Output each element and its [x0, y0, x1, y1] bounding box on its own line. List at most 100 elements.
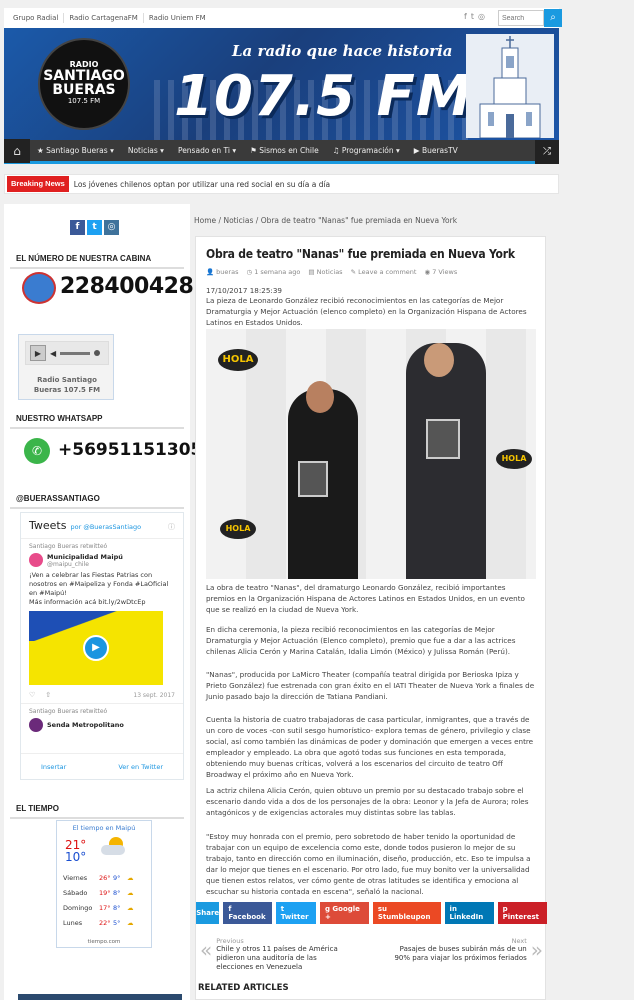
facebook-icon[interactable]: f [70, 220, 85, 235]
article-photo[interactable]: HOLA HOLA HOLA HOLA [206, 329, 536, 579]
tweet-item[interactable]: Santiago Bueras retwitteó Senda Metropol… [21, 703, 183, 736]
instagram-icon[interactable]: ◎ [104, 220, 119, 235]
share-btn-label: Google + [324, 905, 360, 921]
play-button[interactable]: ▶ [30, 345, 46, 361]
home-nav-button[interactable]: ⌂ [4, 138, 30, 163]
nav-item-noticias[interactable]: Noticias ▾ [121, 146, 171, 155]
forecast-low: 9° [113, 874, 121, 882]
info-icon[interactable]: ⓘ [168, 522, 175, 532]
sidebar-social-icons: f t ◎ [70, 220, 119, 235]
folder-icon: ▤ [308, 268, 315, 276]
tweet-handle[interactable]: @maipu_chile [47, 561, 123, 568]
hola-logo: HOLA [218, 349, 258, 371]
breadcrumb-current: Obra de teatro "Nanas" fue premiada en N… [260, 216, 458, 225]
phone-icon [22, 272, 56, 304]
nav-item-buerastv[interactable]: ▶ BuerasTV [407, 146, 465, 155]
tweets-by-link[interactable]: por @BuerasSantiago [70, 523, 141, 531]
next-label: Next [511, 937, 527, 945]
twitter-icon: t [280, 905, 285, 913]
share-icon[interactable]: ⇧ [45, 691, 51, 699]
tweet-item[interactable]: Santiago Bueras retwitteó Municipalidad … [21, 539, 183, 703]
breaking-headline[interactable]: Los jóvenes chilenos optan por utilizar … [74, 180, 330, 189]
random-article-button[interactable]: ⤮ [535, 140, 559, 164]
main-nav: ⌂ ★ Santiago Bueras ▾ Noticias ▾ Pensado… [4, 138, 559, 164]
nav-label: Noticias [127, 146, 158, 155]
stumbleupon-icon: su [377, 905, 387, 913]
share-pinterest-button[interactable]: p Pinterest [497, 902, 547, 924]
like-icon[interactable]: ♡ [29, 691, 35, 699]
forecast-low: 8° [113, 904, 121, 912]
category-meta[interactable]: ▤ Noticias [308, 268, 342, 276]
banner-frequency: 107.5 FM [174, 64, 473, 129]
shuffle-icon: ⤮ [543, 146, 551, 157]
nav-label: Sismos en Chile [259, 146, 319, 155]
previous-post-link[interactable]: « Previous Chile y otros 11 países de Am… [200, 937, 350, 972]
top-link-radio-uniem[interactable]: Radio Uniem FM [144, 13, 211, 23]
weather-title: El tiempo [10, 800, 184, 819]
twitter-icon[interactable]: t [471, 12, 474, 21]
forecast-low: 8° [113, 889, 121, 897]
view-on-twitter-link[interactable]: Ver en Twitter [118, 763, 163, 771]
volume-icon: ◀ [50, 348, 57, 358]
share-stumbleupon-button[interactable]: su Stumbleupon [372, 902, 441, 924]
weather-footer[interactable]: tiempo.com [57, 939, 151, 945]
nav-item-santiago-bueras[interactable]: ★ Santiago Bueras ▾ [30, 146, 121, 155]
logo-frequency: 107.5 FM [67, 97, 101, 105]
share-linkedin-button[interactable]: in LinkedIn [444, 902, 494, 924]
top-social-icons: f t ◎ [464, 12, 485, 21]
post-navigation: « Previous Chile y otros 11 países de Am… [196, 937, 547, 977]
article-meta: 👤 bueras ◷ 1 semana ago ▤ Noticias ✎ Lea… [206, 268, 457, 276]
whatsapp-number: +56951151305 [58, 440, 203, 460]
volume-slider[interactable] [60, 351, 91, 355]
avatar[interactable] [29, 553, 43, 567]
top-link-radio-cartagena[interactable]: Radio CartagenaFM [64, 13, 144, 23]
sun-cloud-icon [101, 837, 127, 857]
weather-header[interactable]: El tiempo en Maipú [57, 824, 151, 832]
share-facebook-button[interactable]: f Facebook [223, 902, 272, 924]
comment-meta[interactable]: ✎ Leave a comment [351, 268, 417, 276]
forecast-row: Viernes 26° 9° ☁ [63, 871, 147, 886]
nav-item-sismos[interactable]: ⚑ Sismos en Chile [243, 146, 326, 155]
nav-item-pensado-en-ti[interactable]: Pensado en Ti ▾ [171, 146, 243, 155]
top-link-grupo-radial[interactable]: Grupo Radial [8, 13, 65, 23]
nav-item-programacion[interactable]: ♫ Programación ▾ [326, 146, 407, 155]
facebook-icon[interactable]: f [464, 12, 467, 21]
tweet-more[interactable]: Más información acá bit.ly/2wDtcEp [29, 598, 175, 607]
person-man [406, 343, 486, 579]
tweet-video[interactable]: ▶ [29, 611, 163, 685]
volume-handle[interactable] [94, 350, 101, 356]
embed-link[interactable]: Insertar [41, 763, 66, 771]
hola-logo: HOLA [496, 449, 532, 469]
forecast-row: Domingo 17° 8° ☁ [63, 901, 147, 916]
article-paragraph: En dicha ceremonia, la pieza recibió rec… [206, 625, 516, 656]
search-input[interactable] [498, 10, 544, 26]
avatar[interactable] [29, 718, 43, 732]
tweet-author[interactable]: Senda Metropolitano [47, 721, 124, 729]
breadcrumb: Home / Noticias / Obra de teatro "Nanas"… [194, 216, 458, 225]
search-button[interactable]: ⌕ [544, 9, 562, 27]
share-google-button[interactable]: g Google + [319, 902, 369, 924]
weather-box[interactable]: El tiempo en Maipú 21° 10° Viernes 26° 9… [56, 820, 152, 948]
whatsapp-widget: Nuestro WhatsApp ✆ +56951151305 [10, 410, 202, 476]
nav-label: Pensado en Ti [177, 146, 230, 155]
chevron-left-icon: « [200, 938, 213, 962]
instagram-icon[interactable]: ◎ [478, 12, 485, 21]
breadcrumb-home[interactable]: Home [194, 216, 216, 225]
cloud-icon: ☁ [127, 904, 134, 912]
next-post-link[interactable]: Next Pasajes de buses subirán más de un … [393, 937, 543, 963]
breaking-news-bar: Breaking News Los jóvenes chilenos optan… [4, 174, 559, 194]
nav-label: Santiago Bueras [46, 146, 108, 155]
player-station: Radio Santiago Bueras 107.5 FM [33, 376, 101, 394]
video-play-icon[interactable]: ▶ [83, 635, 109, 661]
share-btn-label: Stumbleupon [377, 913, 431, 921]
share-twitter-button[interactable]: t Twitter [275, 902, 316, 924]
station-logo[interactable]: RADIO SANTIAGO BUERAS 107.5 FM [38, 38, 130, 130]
breadcrumb-section[interactable]: Noticias [223, 216, 253, 225]
article-lead: La pieza de Leonardo González recibió re… [206, 296, 527, 327]
tweet-author[interactable]: Municipalidad Maipú [47, 553, 123, 561]
hola-logo: HOLA [220, 519, 256, 539]
twitter-icon[interactable]: t [87, 220, 102, 235]
cloud-icon: ☁ [127, 874, 134, 882]
tweet-date[interactable]: 13 sept. 2017 [133, 692, 175, 699]
author-meta[interactable]: 👤 bueras [206, 268, 238, 276]
